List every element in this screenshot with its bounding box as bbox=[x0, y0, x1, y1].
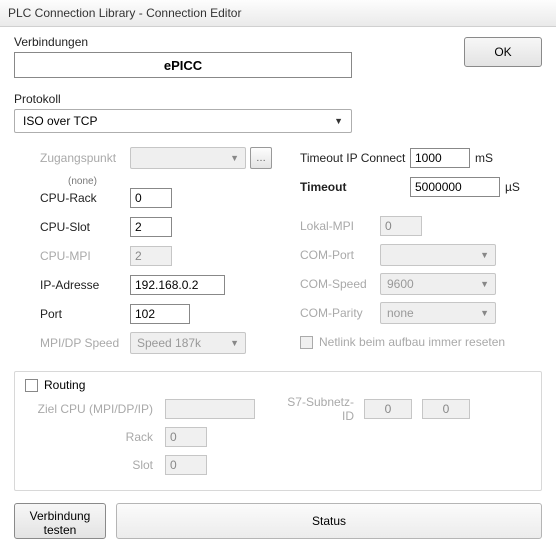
chevron-down-icon: ▼ bbox=[230, 153, 239, 163]
connection-name-input[interactable] bbox=[14, 52, 352, 78]
protocol-value: ISO over TCP bbox=[23, 114, 97, 128]
port-input[interactable] bbox=[130, 304, 190, 324]
netlink-checkbox bbox=[300, 336, 313, 349]
timeout-ip-unit: mS bbox=[475, 151, 493, 165]
port-label: Port bbox=[40, 307, 130, 321]
routing-rack-label: Rack bbox=[25, 430, 165, 444]
cpu-mpi-label: CPU-MPI bbox=[40, 249, 130, 263]
chevron-down-icon: ▼ bbox=[230, 338, 239, 348]
subnetz-b-input bbox=[422, 399, 470, 419]
status-button[interactable]: Status bbox=[116, 503, 542, 539]
cpu-rack-label: CPU-Rack bbox=[40, 191, 130, 205]
window-titlebar: PLC Connection Library - Connection Edit… bbox=[0, 0, 556, 27]
mpi-speed-label: MPI/DP Speed bbox=[40, 336, 130, 350]
ok-button[interactable]: OK bbox=[464, 37, 542, 67]
timeout-ip-input[interactable] bbox=[410, 148, 470, 168]
chevron-down-icon: ▼ bbox=[480, 308, 489, 318]
cpu-slot-input[interactable] bbox=[130, 217, 172, 237]
lokal-mpi-label: Lokal-MPI bbox=[300, 219, 380, 233]
ziel-cpu-input bbox=[165, 399, 255, 419]
netlink-label: Netlink beim aufbau immer reseten bbox=[319, 335, 505, 349]
zugangspunkt-browse-button[interactable]: … bbox=[250, 147, 272, 169]
ip-label: IP-Adresse bbox=[40, 278, 130, 292]
verbindungen-label: Verbindungen bbox=[14, 35, 450, 49]
subnetz-a-input bbox=[364, 399, 412, 419]
timeout-input[interactable] bbox=[410, 177, 500, 197]
zugangspunkt-label: Zugangspunkt bbox=[40, 151, 130, 165]
com-parity-label: COM-Parity bbox=[300, 306, 380, 320]
routing-slot-input bbox=[165, 455, 207, 475]
com-speed-label: COM-Speed bbox=[300, 277, 380, 291]
routing-group: Routing Ziel CPU (MPI/DP/IP) Rack Slot bbox=[14, 371, 542, 491]
timeout-label: Timeout bbox=[300, 180, 410, 194]
cpu-slot-label: CPU-Slot bbox=[40, 220, 130, 234]
routing-title: Routing bbox=[44, 378, 85, 392]
chevron-down-icon: ▼ bbox=[334, 116, 343, 126]
com-port-select: ▼ bbox=[380, 244, 496, 266]
timeout-ip-label: Timeout IP Connect bbox=[300, 151, 410, 165]
chevron-down-icon: ▼ bbox=[480, 250, 489, 260]
routing-slot-label: Slot bbox=[25, 458, 165, 472]
window-title: PLC Connection Library - Connection Edit… bbox=[8, 6, 241, 20]
subnetz-label: S7-Subnetz-ID bbox=[278, 395, 364, 423]
com-port-label: COM-Port bbox=[300, 248, 380, 262]
mpi-speed-select: Speed 187k ▼ bbox=[130, 332, 246, 354]
zugangspunkt-none: (none) bbox=[68, 176, 282, 187]
routing-rack-input bbox=[165, 427, 207, 447]
com-parity-select: none ▼ bbox=[380, 302, 496, 324]
zugangspunkt-select: ▼ bbox=[130, 147, 246, 169]
lokal-mpi-input bbox=[380, 216, 422, 236]
ip-input[interactable] bbox=[130, 275, 225, 295]
routing-checkbox[interactable] bbox=[25, 379, 38, 392]
cpu-mpi-input bbox=[130, 246, 172, 266]
timeout-unit: µS bbox=[505, 180, 520, 194]
ziel-cpu-label: Ziel CPU (MPI/DP/IP) bbox=[25, 402, 165, 416]
cpu-rack-input[interactable] bbox=[130, 188, 172, 208]
chevron-down-icon: ▼ bbox=[480, 279, 489, 289]
protokoll-label: Protokoll bbox=[14, 92, 542, 106]
protocol-select[interactable]: ISO over TCP ▼ bbox=[14, 109, 352, 133]
com-speed-select: 9600 ▼ bbox=[380, 273, 496, 295]
test-connection-button[interactable]: Verbindung testen bbox=[14, 503, 106, 539]
